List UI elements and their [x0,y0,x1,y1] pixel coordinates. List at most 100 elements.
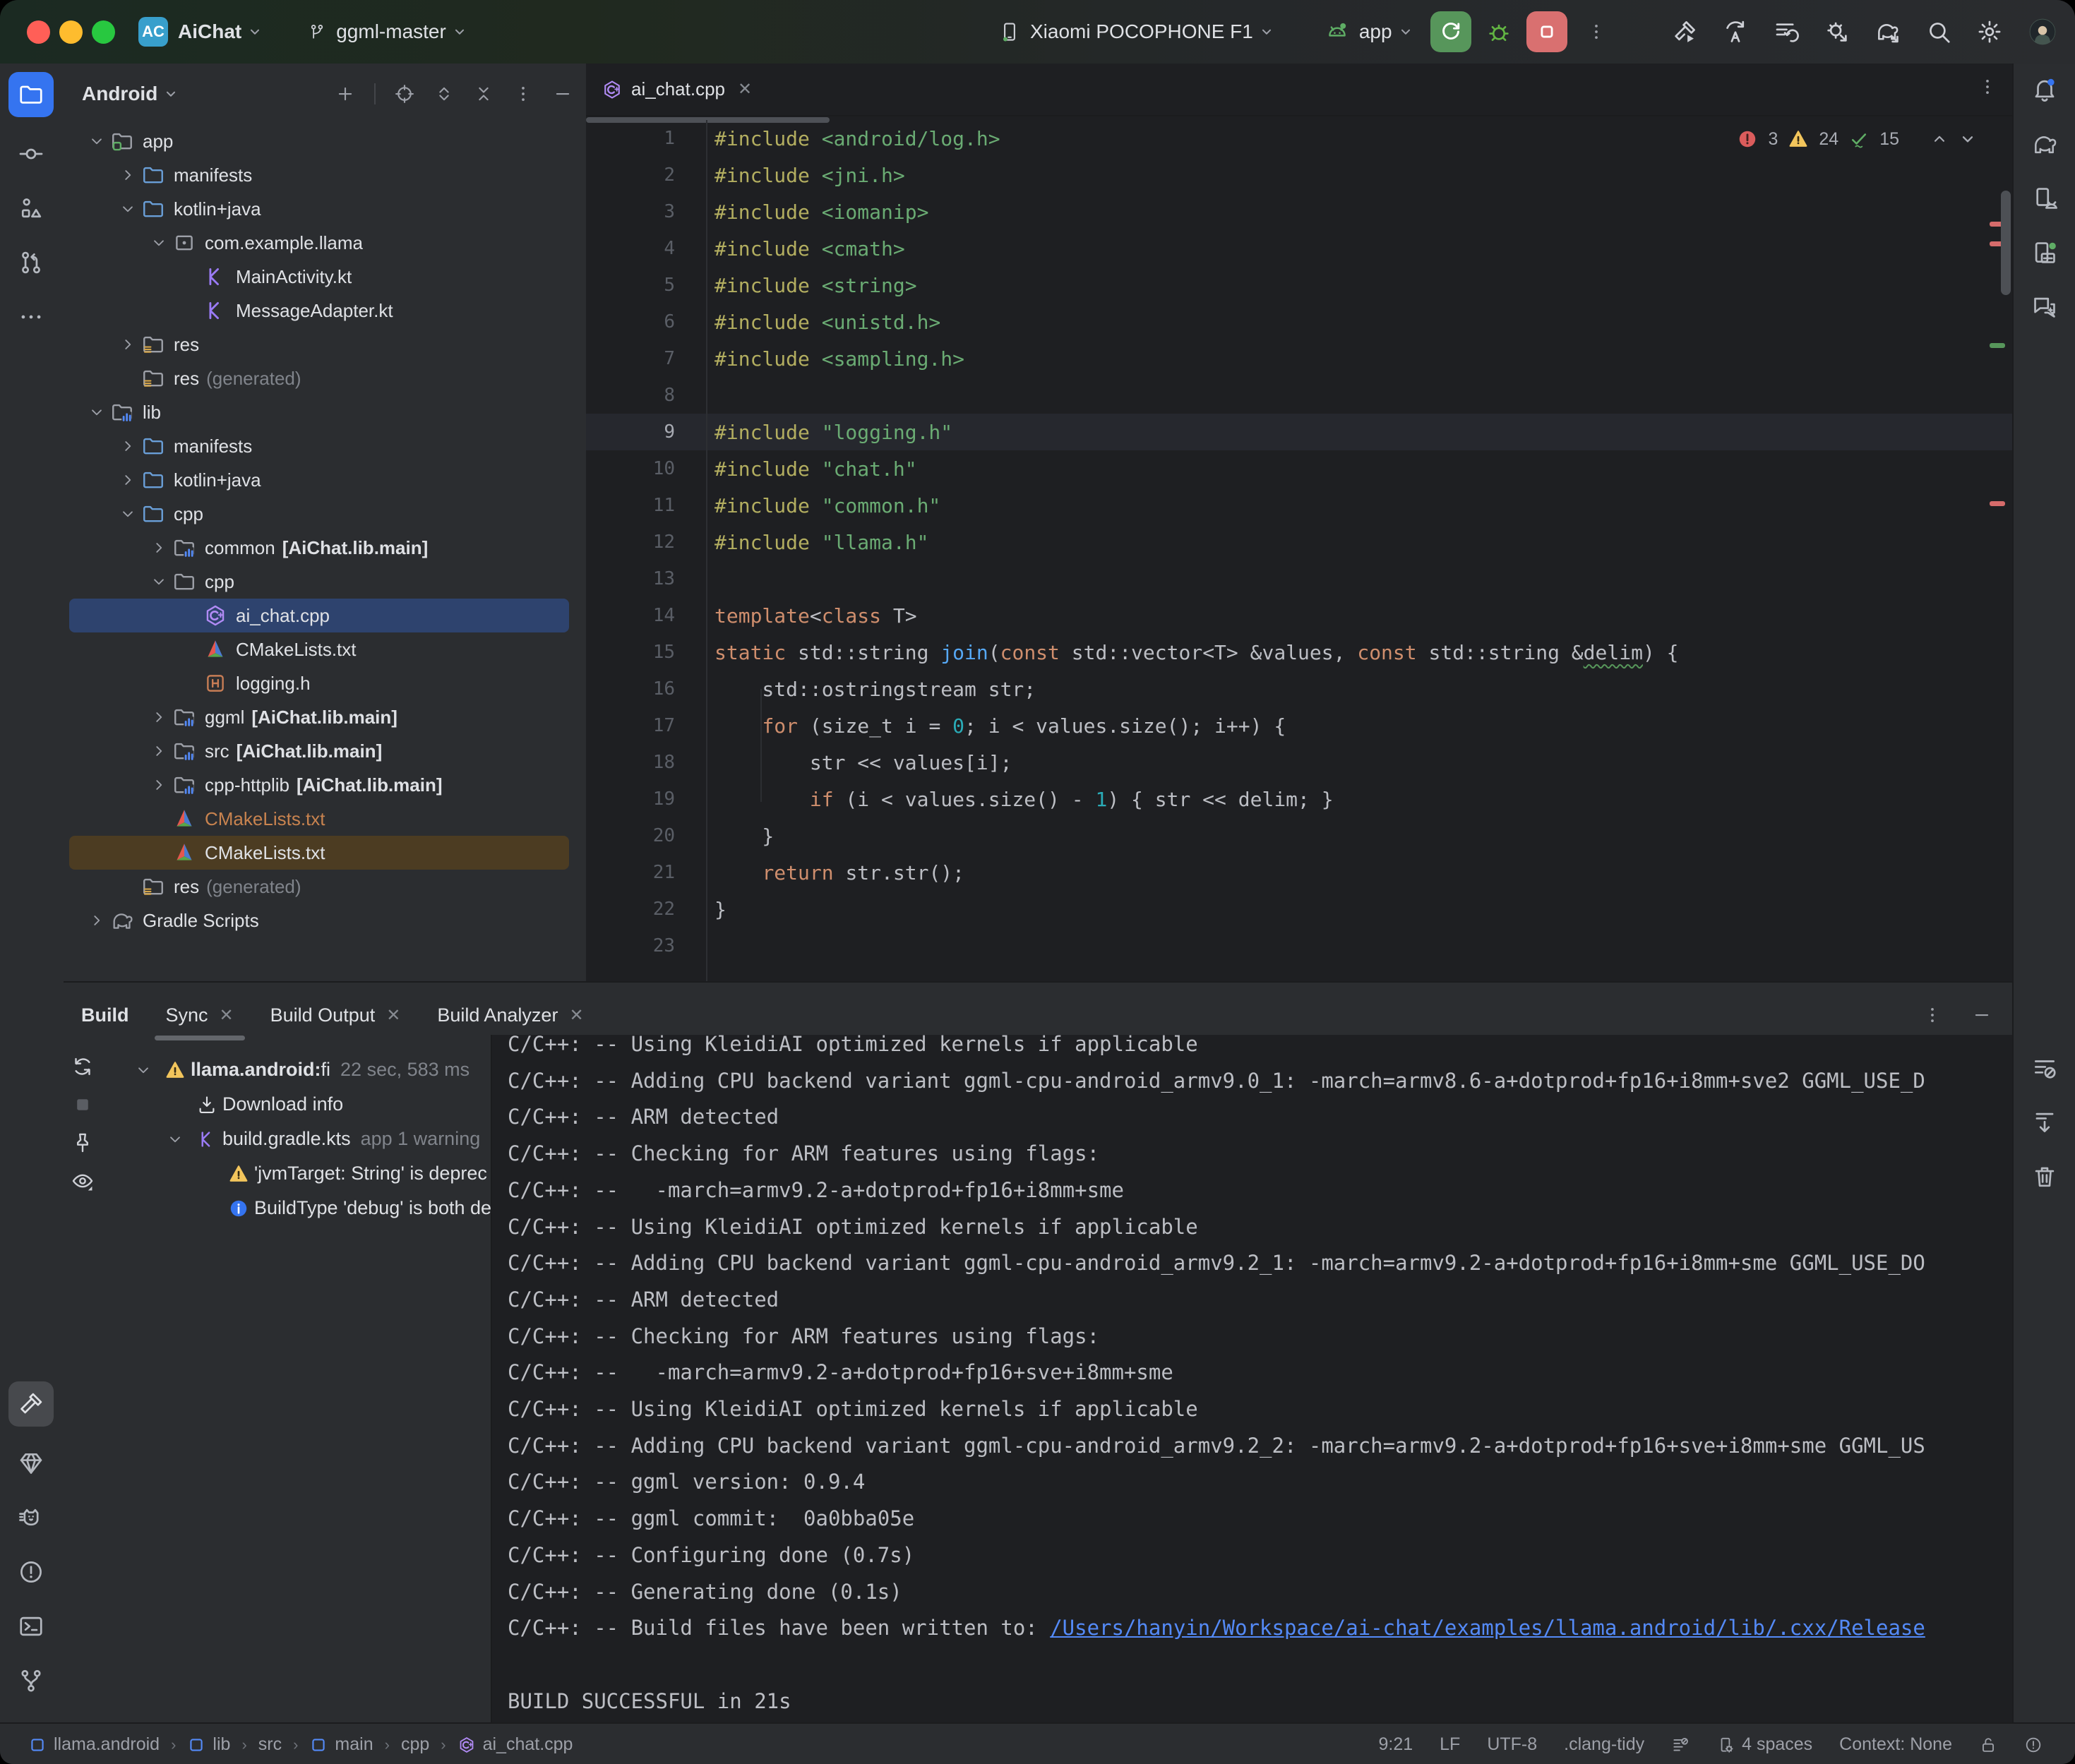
attach-debugger-button[interactable] [1824,18,1850,45]
tree-item-logging-h[interactable]: logging.h [69,666,569,700]
chevron-right-icon[interactable] [114,163,141,187]
status-indent[interactable]: 4 spaces [1716,1734,1812,1755]
chevron-right-icon[interactable] [145,739,172,763]
line-number[interactable]: 3 [586,201,706,222]
hide-panel-icon[interactable] [552,83,573,104]
project-view-selector[interactable]: Android [82,83,157,105]
breadcrumb-llama-android[interactable]: llama.android [28,1734,160,1755]
tool-stripe-build[interactable] [8,1381,54,1427]
tool-stripe-structure[interactable] [13,191,49,226]
status-clang-tidy[interactable]: .clang-tidy [1564,1734,1644,1755]
vcs-branch-widget[interactable]: ggml-master [308,20,467,43]
tree-item-cmakelists-txt[interactable]: CMakeLists.txt [69,836,569,870]
filter-messages-button[interactable] [71,1169,95,1193]
status-ai-context[interactable]: Context: None [1839,1734,1952,1755]
build-tree-item[interactable]: BuildType 'debug' is both de [127,1191,491,1225]
line-number[interactable]: 6 [586,311,706,332]
console-file-link[interactable]: /Users/hanyin/Workspace/ai-chat/examples… [1050,1616,1925,1640]
chevron-down-icon[interactable] [114,502,141,526]
chevron-down-icon[interactable] [83,400,110,424]
error-stripe-mark[interactable] [1990,343,2005,348]
build-project-button[interactable] [1671,18,1698,45]
build-tree-item[interactable]: build.gradle.ktsapp 1 warning [127,1122,491,1156]
tool-stripe-project[interactable] [8,72,54,117]
profile-avatar-button[interactable] [2027,16,2058,47]
close-tab-icon[interactable]: ✕ [738,79,752,100]
tool-stripe-soft-wrap[interactable] [2027,1050,2062,1086]
line-number[interactable]: 8 [586,385,706,406]
zoom-window-button[interactable] [92,20,115,44]
tree-item-kotlin-java[interactable]: kotlin+java [69,192,569,226]
status-caret-position[interactable]: 9:21 [1378,1734,1413,1755]
minimize-window-button[interactable] [59,20,83,44]
close-window-button[interactable] [27,20,50,44]
run-more-options[interactable] [1586,21,1607,42]
tree-item-ai-chat-cpp[interactable]: ai_chat.cpp [69,599,569,632]
build-console[interactable]: C/C++: -- Using KleidiAI optimized kerne… [491,1035,2012,1724]
line-number[interactable]: 14 [586,605,706,626]
line-number[interactable]: 15 [586,642,706,663]
tree-item-res[interactable]: res [69,328,569,361]
chevron-right-icon[interactable] [114,434,141,458]
tree-item-res[interactable]: res(generated) [69,870,569,904]
tree-item-manifests[interactable]: manifests [69,158,569,192]
tree-item-lib[interactable]: lib [69,395,569,429]
breadcrumb-lib[interactable]: lib [187,1734,230,1755]
vertical-scrollbar[interactable] [2001,191,2011,295]
chevron-right-icon[interactable] [145,536,172,560]
close-tab-icon[interactable]: ✕ [386,1005,400,1026]
line-number[interactable]: 22 [586,899,706,920]
tool-stripe-gradle[interactable] [2027,126,2062,162]
tree-item-cmakelists-txt[interactable]: CMakeLists.txt [69,632,569,666]
chevron-right-icon[interactable] [83,908,110,932]
line-number[interactable]: 12 [586,532,706,553]
tool-stripe-problems[interactable] [13,1554,49,1590]
tool-stripe-more-tool-windows[interactable] [13,299,49,335]
line-number[interactable]: 1 [586,128,706,149]
tool-stripe-logcat[interactable] [13,1500,49,1535]
tool-stripe-running-devices[interactable] [2027,235,2062,270]
pin-tab-button[interactable] [71,1131,95,1155]
tool-stripe-device-manager[interactable] [2027,181,2062,216]
breadcrumb-src[interactable]: src [258,1734,282,1755]
inspections-widget[interactable]: 3 24 15 [1737,128,1977,150]
select-opened-file-icon[interactable] [394,83,415,104]
next-problem-icon[interactable] [1959,130,1977,148]
chevron-right-icon[interactable] [114,468,141,492]
expand-all-icon[interactable] [433,83,455,104]
tree-item-kotlin-java[interactable]: kotlin+java [69,463,569,497]
error-stripe-mark[interactable] [1990,501,2005,506]
line-number[interactable]: 23 [586,935,706,956]
build-tree-item[interactable]: 'jvmTarget: String' is deprec [127,1156,491,1191]
chevron-down-icon[interactable] [145,570,172,594]
tool-stripe-pull-requests[interactable] [13,245,49,280]
chevron-right-icon[interactable] [145,773,172,797]
rerun-build-button[interactable] [71,1055,95,1079]
line-number[interactable]: 16 [586,678,706,700]
tree-item-cpp[interactable]: cpp [69,497,569,531]
line-number[interactable]: 5 [586,275,706,296]
stop-app-button[interactable] [1526,11,1567,52]
project-widget[interactable]: AC AiChat ggml-master [138,0,467,64]
tree-item-com-example-llama[interactable]: com.example.llama [69,226,569,260]
build-tree-item[interactable]: Download info [127,1087,491,1122]
settings-button[interactable] [1976,18,2003,45]
collapse-all-icon[interactable] [473,83,494,104]
status-inspection-highlights[interactable] [2024,1736,2043,1754]
editor-area[interactable]: ai_chat.cpp ✕ 1#include <android/log.h>2… [586,64,2012,981]
tool-stripe-version-control[interactable] [13,1663,49,1698]
tree-item-cpp[interactable]: cpp [69,565,569,599]
tool-stripe-commit[interactable] [13,136,49,172]
chevron-down-icon[interactable] [159,1130,191,1148]
tool-stripe-terminal[interactable] [13,1609,49,1644]
tree-item-cpp-httplib[interactable]: cpp-httplib[AiChat.lib.main] [69,768,569,802]
tree-item-res[interactable]: res(generated) [69,361,569,395]
build-tab-build-analyzer[interactable]: Build Analyzer✕ [437,1004,583,1026]
editor-options-icon[interactable] [1977,76,1998,97]
tool-stripe-notifications[interactable] [2027,72,2062,107]
tool-stripe-clear-all[interactable] [2027,1159,2062,1194]
line-number[interactable]: 19 [586,788,706,810]
tab-ai-chat-cpp[interactable]: ai_chat.cpp ✕ [586,64,769,115]
line-number[interactable]: 7 [586,348,706,369]
line-number[interactable]: 4 [586,238,706,259]
